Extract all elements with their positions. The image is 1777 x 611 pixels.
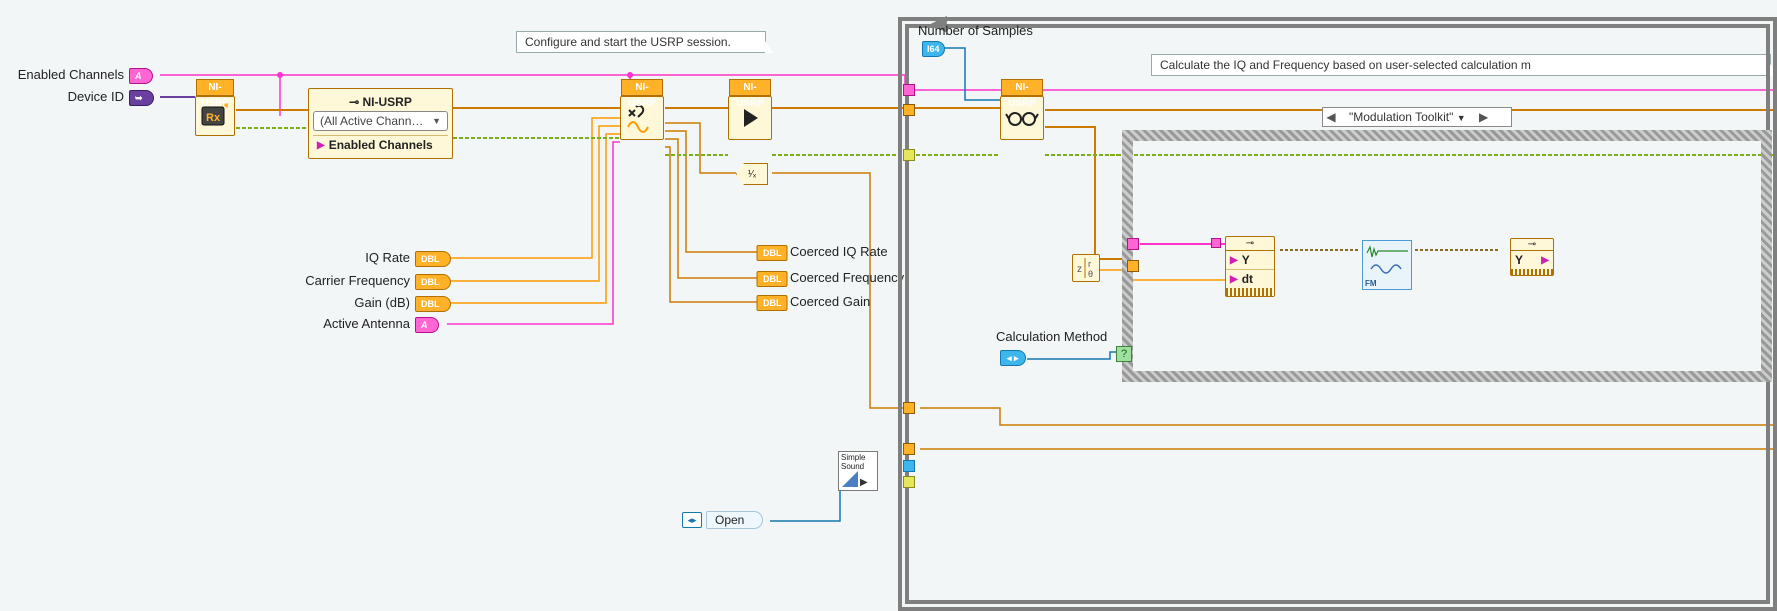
ring-constant-icon[interactable]: ◂▸ bbox=[682, 512, 702, 528]
case-value: "Modulation Toolkit" ▼ bbox=[1339, 110, 1476, 124]
label-device-id: Device ID bbox=[4, 89, 124, 104]
vi-usrp-configure[interactable]: NI-USRP bbox=[620, 96, 664, 140]
label-active-antenna: Active Antenna bbox=[270, 316, 410, 331]
svg-text:r: r bbox=[1088, 259, 1091, 269]
control-enabled-channels[interactable]: A bbox=[129, 68, 153, 84]
resize-icon bbox=[1511, 269, 1553, 275]
control-active-antenna[interactable]: A bbox=[415, 317, 439, 333]
svg-text:θ: θ bbox=[1088, 269, 1093, 279]
write-arrow-icon: ▶ bbox=[317, 140, 325, 151]
block-diagram-canvas[interactable]: Configure and start the USRP session. Ca… bbox=[0, 0, 1777, 611]
control-calc-method[interactable]: ◂ ▸ bbox=[1000, 350, 1026, 366]
tunnel-pink-1 bbox=[903, 84, 915, 96]
case-selector[interactable]: ◀ "Modulation Toolkit" ▼ ▶ bbox=[1322, 107, 1512, 127]
vi-fm-demod[interactable]: FM bbox=[1362, 240, 1412, 290]
label-enabled-channels: Enabled Channels bbox=[4, 67, 124, 82]
vi-title-usrp-2: NI-USRP bbox=[621, 79, 663, 96]
vi-title-usrp-3: NI-USRP bbox=[729, 79, 771, 96]
vi-simple-sound[interactable]: Simple Sound ▶ bbox=[838, 451, 878, 491]
control-device-id[interactable]: ➥ bbox=[129, 90, 154, 106]
svg-text:z: z bbox=[1077, 264, 1082, 275]
control-iq-rate[interactable]: DBL bbox=[415, 251, 451, 267]
label-coerced-freq: Coerced Frequency bbox=[790, 270, 904, 285]
unbundle-y2[interactable]: ⊸ Y▶ bbox=[1510, 238, 1554, 276]
indicator-coerced-iq[interactable]: DBL bbox=[757, 245, 788, 261]
label-calc-method: Calculation Method bbox=[996, 329, 1136, 344]
vi-title-usrp-4: NI-USRP bbox=[1001, 79, 1043, 96]
tunnel-error-1 bbox=[903, 149, 915, 161]
tunnel-orange-3 bbox=[903, 443, 915, 455]
node-complex-to-polar[interactable]: z r θ bbox=[1072, 254, 1100, 282]
label-carrier-freq: Carrier Frequency bbox=[260, 273, 410, 288]
arrow-icon-2: ▶ bbox=[1230, 274, 1238, 285]
unbundle-grip-icon: ⊸ bbox=[1226, 237, 1274, 251]
vi-usrp-fetch[interactable]: NI-USRP bbox=[1000, 96, 1044, 140]
tunnel-blue-1 bbox=[903, 460, 915, 472]
case-tunnel-orange bbox=[1127, 260, 1139, 272]
control-num-samples[interactable]: I64 bbox=[922, 41, 945, 57]
case-structure[interactable] bbox=[1122, 130, 1772, 382]
tunnel-error-2 bbox=[903, 476, 915, 488]
control-gain[interactable]: DBL bbox=[415, 296, 451, 312]
label-iq-rate: IQ Rate bbox=[290, 250, 410, 265]
resize-grip-icon bbox=[1226, 288, 1274, 296]
case-tunnel-pink bbox=[1127, 238, 1139, 250]
node-reciprocal[interactable]: ¹⁄ₓ bbox=[736, 163, 768, 185]
property-node-usrp[interactable]: ⊸ NI-USRP (All Active Chann… ▼ ▶ Enabled… bbox=[308, 88, 453, 159]
case-next-icon[interactable]: ▶ bbox=[1476, 110, 1492, 124]
constant-open[interactable]: Open bbox=[706, 511, 763, 529]
case-prev-icon[interactable]: ◀ bbox=[1323, 110, 1339, 124]
property-title: ⊸ NI-USRP bbox=[313, 93, 448, 111]
vi-usrp-open-rx[interactable]: NI-USRP Rx bbox=[195, 96, 235, 136]
grip-icon: ⊸ bbox=[1511, 239, 1553, 251]
indicator-coerced-gain[interactable]: DBL bbox=[757, 295, 788, 311]
vi-title-usrp: NI-USRP bbox=[196, 79, 234, 96]
pink-node bbox=[1211, 238, 1221, 248]
indicator-coerced-freq[interactable]: DBL bbox=[757, 271, 788, 287]
arrow-icon: ▶ bbox=[1230, 255, 1238, 266]
comment-configure: Configure and start the USRP session. bbox=[516, 31, 766, 53]
label-coerced-gain: Coerced Gain bbox=[790, 294, 870, 309]
unbundle-by-name[interactable]: ⊸ ▶Y ▶dt bbox=[1225, 236, 1275, 297]
fm-label: FM bbox=[1365, 280, 1377, 288]
vi-usrp-initiate[interactable]: NI-USRP bbox=[728, 96, 772, 140]
case-selector-terminal: ? bbox=[1116, 346, 1132, 362]
control-carrier-freq[interactable]: DBL bbox=[415, 274, 451, 290]
dropdown-active-channels[interactable]: (All Active Chann… ▼ bbox=[313, 111, 448, 131]
arrow-right-icon: ▶ bbox=[1541, 255, 1549, 266]
tunnel-orange-1 bbox=[903, 104, 915, 116]
svg-text:▶: ▶ bbox=[860, 477, 868, 488]
property-enabled-channels[interactable]: ▶ Enabled Channels bbox=[313, 135, 448, 154]
chevron-down-icon: ▼ bbox=[432, 116, 441, 126]
label-num-samples: Number of Samples bbox=[918, 23, 1058, 38]
svg-text:Rx: Rx bbox=[206, 112, 221, 124]
label-coerced-iq: Coerced IQ Rate bbox=[790, 244, 888, 259]
tunnel-orange-2 bbox=[903, 402, 915, 414]
label-gain: Gain (dB) bbox=[290, 295, 410, 310]
